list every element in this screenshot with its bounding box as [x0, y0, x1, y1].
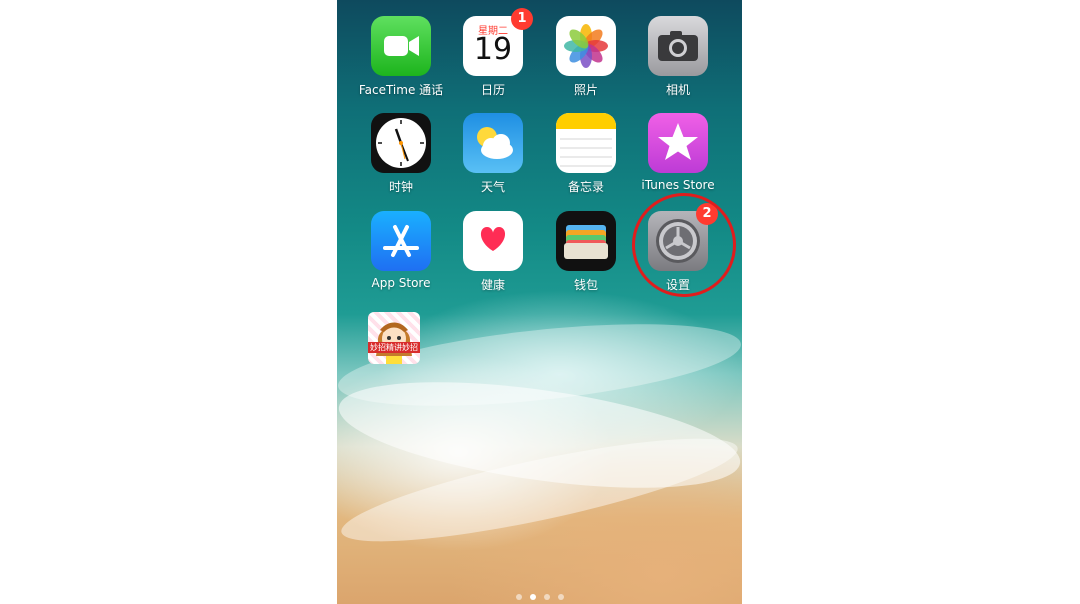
camera-icon — [648, 16, 708, 76]
app-facetime[interactable]: FaceTime 通话 — [356, 16, 446, 98]
app-label: 照片 — [573, 83, 598, 97]
app-weather[interactable]: 天气 — [448, 113, 538, 195]
app-notes[interactable]: 备忘录 — [541, 113, 631, 195]
custom-app-icon: 妙招精讲妙招 — [368, 312, 420, 364]
app-calendar[interactable]: 星期二 19 1 日历 — [448, 8, 538, 98]
app-label: 天气 — [480, 180, 505, 194]
notes-icon — [556, 113, 616, 173]
app-health[interactable]: 健康 — [448, 211, 538, 293]
app-label: 健康 — [480, 278, 505, 292]
app-label: App Store — [371, 276, 431, 290]
app-label: 时钟 — [388, 180, 413, 194]
app-label: FaceTime 通话 — [358, 83, 444, 97]
notification-badge: 1 — [511, 8, 533, 30]
clock-icon — [371, 113, 431, 173]
facetime-icon — [371, 16, 431, 76]
page-dot[interactable] — [557, 594, 564, 600]
settings-icon: 2 — [648, 203, 718, 271]
app-label: 钱包 — [573, 278, 598, 292]
app-label: iTunes Store — [641, 178, 715, 192]
app-settings[interactable]: 2 设置 — [633, 203, 723, 293]
app-store-icon — [371, 211, 431, 271]
wallet-icon — [556, 211, 616, 271]
app-wallet[interactable]: 钱包 — [541, 211, 631, 293]
custom-app-icon-text: 妙招精讲妙招 — [368, 342, 420, 353]
photos-icon — [556, 16, 616, 76]
page-dot[interactable] — [515, 594, 522, 600]
app-itunes-store[interactable]: iTunes Store — [633, 113, 723, 192]
weather-icon — [463, 113, 523, 173]
app-clock[interactable]: 时钟 — [356, 113, 446, 195]
page-dot-active[interactable] — [529, 594, 536, 600]
itunes-store-icon — [648, 113, 708, 173]
calendar-day: 19 — [473, 32, 513, 67]
page-dot[interactable] — [543, 594, 550, 600]
notification-badge: 2 — [696, 203, 718, 225]
app-label: 设置 — [665, 278, 690, 292]
calendar-icon: 星期二 19 1 — [463, 8, 533, 76]
app-photos[interactable]: 照片 — [541, 16, 631, 98]
app-custom[interactable]: 妙招精讲妙招 — [349, 312, 439, 364]
page-indicator — [515, 594, 564, 600]
health-icon — [463, 211, 523, 271]
app-camera[interactable]: 相机 — [633, 16, 723, 98]
app-label: 备忘录 — [567, 180, 604, 194]
app-label: 相机 — [665, 83, 690, 97]
app-app-store[interactable]: App Store — [356, 211, 446, 290]
phone-home-screen: FaceTime 通话 星期二 19 1 日历 照片 相机 时钟 天气 备忘录 … — [337, 0, 742, 604]
app-label: 日历 — [480, 83, 505, 97]
